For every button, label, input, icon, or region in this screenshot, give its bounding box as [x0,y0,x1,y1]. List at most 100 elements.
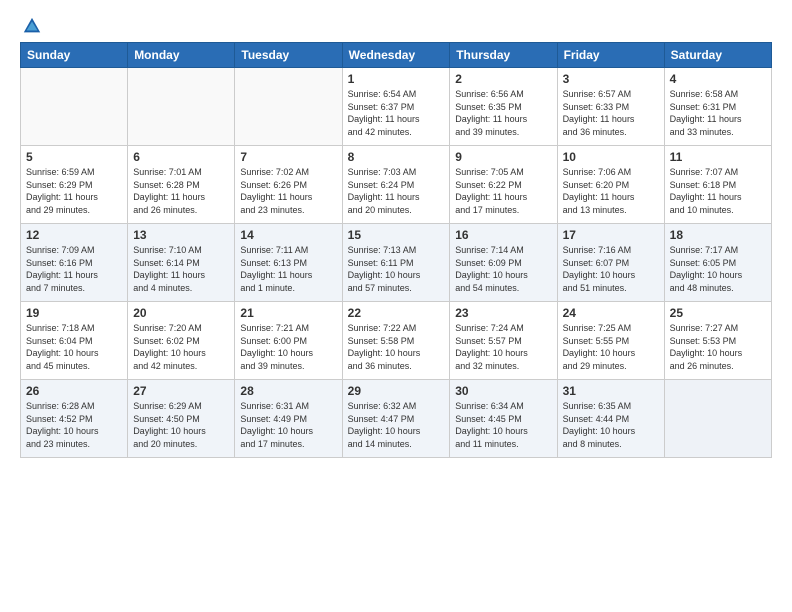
day-number: 23 [455,306,551,320]
calendar-week-row: 5Sunrise: 6:59 AM Sunset: 6:29 PM Daylig… [21,146,772,224]
calendar-cell: 4 Sunrise: 6:58 AM Sunset: 6:31 PM Daylig… [664,68,771,146]
day-info: Sunrise: 7:18 AM Sunset: 6:04 PM Dayligh… [26,322,122,372]
calendar-cell: 22 Sunrise: 7:22 AM Sunset: 5:58 PM Dayli… [342,302,450,380]
day-number: 24 [563,306,659,320]
calendar-cell: 11Sunrise: 7:07 AM Sunset: 6:18 PM Dayli… [664,146,771,224]
day-number: 30 [455,384,551,398]
day-info: Sunrise: 7:24 AM Sunset: 5:57 PM Dayligh… [455,322,551,372]
day-info: Sunrise: 7:25 AM Sunset: 5:55 PM Dayligh… [563,322,659,372]
calendar-cell: 21Sunrise: 7:21 AM Sunset: 6:00 PM Dayli… [235,302,342,380]
day-info: Sunrise: 7:06 AM Sunset: 6:20 PM Dayligh… [563,166,659,216]
day-info: Sunrise: 6:35 AM Sunset: 4:44 PM Dayligh… [563,400,659,450]
day-number: 14 [240,228,336,242]
day-number: 15 [348,228,445,242]
day-info: Sunrise: 6:57 AM Sunset: 6:33 PM Dayligh… [563,88,659,138]
day-info: Sunrise: 7:02 AM Sunset: 6:26 PM Dayligh… [240,166,336,216]
calendar-cell: 3Sunrise: 6:57 AM Sunset: 6:33 PM Daylig… [557,68,664,146]
day-info: Sunrise: 7:22 AM Sunset: 5:58 PM Dayligh… [348,322,445,372]
page: SundayMondayTuesdayWednesdayThursdayFrid… [0,0,792,612]
calendar-cell: 12 Sunrise: 7:09 AM Sunset: 6:16 PM Dayli… [21,224,128,302]
day-number: 6 [133,150,229,164]
calendar-cell: 26 Sunrise: 6:28 AM Sunset: 4:52 PM Dayli… [21,380,128,458]
calendar-cell: 28 Sunrise: 6:31 AM Sunset: 4:49 PM Dayli… [235,380,342,458]
day-number: 27 [133,384,229,398]
calendar-cell: 18Sunrise: 7:17 AM Sunset: 6:05 PM Dayli… [664,224,771,302]
day-number: 1 [348,72,445,86]
day-info: Sunrise: 6:59 AM Sunset: 6:29 PM Dayligh… [26,166,122,216]
day-info: Sunrise: 7:11 AM Sunset: 6:13 PM Dayligh… [240,244,336,294]
day-header-wednesday: Wednesday [342,43,450,68]
day-number: 28 [240,384,336,398]
day-number: 26 [26,384,122,398]
calendar-cell: 1 Sunrise: 6:54 AM Sunset: 6:37 PM Daylig… [342,68,450,146]
logo [20,16,42,32]
day-info: Sunrise: 7:07 AM Sunset: 6:18 PM Dayligh… [670,166,766,216]
day-info: Sunrise: 7:09 AM Sunset: 6:16 PM Dayligh… [26,244,122,294]
day-info: Sunrise: 7:05 AM Sunset: 6:22 PM Dayligh… [455,166,551,216]
calendar-cell: 23 Sunrise: 7:24 AM Sunset: 5:57 PM Dayli… [450,302,557,380]
calendar-cell: 15 Sunrise: 7:13 AM Sunset: 6:11 PM Dayli… [342,224,450,302]
calendar-cell: 13Sunrise: 7:10 AM Sunset: 6:14 PM Dayli… [128,224,235,302]
calendar-cell: 20Sunrise: 7:20 AM Sunset: 6:02 PM Dayli… [128,302,235,380]
logo-icon [22,16,42,36]
calendar-cell: 17Sunrise: 7:16 AM Sunset: 6:07 PM Dayli… [557,224,664,302]
day-number: 2 [455,72,551,86]
day-info: Sunrise: 7:27 AM Sunset: 5:53 PM Dayligh… [670,322,766,372]
calendar-cell: 14 Sunrise: 7:11 AM Sunset: 6:13 PM Dayli… [235,224,342,302]
day-info: Sunrise: 7:13 AM Sunset: 6:11 PM Dayligh… [348,244,445,294]
day-number: 29 [348,384,445,398]
day-info: Sunrise: 7:03 AM Sunset: 6:24 PM Dayligh… [348,166,445,216]
day-number: 10 [563,150,659,164]
calendar-week-row: 19 Sunrise: 7:18 AM Sunset: 6:04 PM Dayli… [21,302,772,380]
day-header-thursday: Thursday [450,43,557,68]
day-number: 8 [348,150,445,164]
day-number: 25 [670,306,766,320]
day-header-monday: Monday [128,43,235,68]
calendar-week-row: 12 Sunrise: 7:09 AM Sunset: 6:16 PM Dayli… [21,224,772,302]
day-info: Sunrise: 7:01 AM Sunset: 6:28 PM Dayligh… [133,166,229,216]
calendar: SundayMondayTuesdayWednesdayThursdayFrid… [20,42,772,458]
calendar-cell: 24 Sunrise: 7:25 AM Sunset: 5:55 PM Dayli… [557,302,664,380]
day-info: Sunrise: 6:58 AM Sunset: 6:31 PM Dayligh… [670,88,766,138]
day-number: 21 [240,306,336,320]
calendar-cell: 19 Sunrise: 7:18 AM Sunset: 6:04 PM Dayli… [21,302,128,380]
day-number: 31 [563,384,659,398]
day-info: Sunrise: 7:14 AM Sunset: 6:09 PM Dayligh… [455,244,551,294]
header [20,16,772,32]
calendar-cell: 25 Sunrise: 7:27 AM Sunset: 5:53 PM Dayli… [664,302,771,380]
calendar-cell [664,380,771,458]
day-number: 9 [455,150,551,164]
day-info: Sunrise: 6:34 AM Sunset: 4:45 PM Dayligh… [455,400,551,450]
day-info: Sunrise: 6:29 AM Sunset: 4:50 PM Dayligh… [133,400,229,450]
calendar-cell: 5Sunrise: 6:59 AM Sunset: 6:29 PM Daylig… [21,146,128,224]
day-info: Sunrise: 7:17 AM Sunset: 6:05 PM Dayligh… [670,244,766,294]
day-number: 7 [240,150,336,164]
day-number: 20 [133,306,229,320]
day-number: 4 [670,72,766,86]
day-number: 19 [26,306,122,320]
calendar-cell: 16 Sunrise: 7:14 AM Sunset: 6:09 PM Dayli… [450,224,557,302]
calendar-cell [235,68,342,146]
day-header-tuesday: Tuesday [235,43,342,68]
calendar-cell [21,68,128,146]
day-header-sunday: Sunday [21,43,128,68]
calendar-week-row: 26 Sunrise: 6:28 AM Sunset: 4:52 PM Dayli… [21,380,772,458]
day-info: Sunrise: 6:28 AM Sunset: 4:52 PM Dayligh… [26,400,122,450]
calendar-cell: 30 Sunrise: 6:34 AM Sunset: 4:45 PM Dayli… [450,380,557,458]
calendar-cell: 8 Sunrise: 7:03 AM Sunset: 6:24 PM Daylig… [342,146,450,224]
day-number: 12 [26,228,122,242]
calendar-cell: 31 Sunrise: 6:35 AM Sunset: 4:44 PM Dayli… [557,380,664,458]
day-header-friday: Friday [557,43,664,68]
day-info: Sunrise: 6:32 AM Sunset: 4:47 PM Dayligh… [348,400,445,450]
day-info: Sunrise: 6:31 AM Sunset: 4:49 PM Dayligh… [240,400,336,450]
day-number: 16 [455,228,551,242]
calendar-week-row: 1 Sunrise: 6:54 AM Sunset: 6:37 PM Daylig… [21,68,772,146]
day-number: 17 [563,228,659,242]
calendar-header-row: SundayMondayTuesdayWednesdayThursdayFrid… [21,43,772,68]
day-number: 22 [348,306,445,320]
calendar-cell: 9 Sunrise: 7:05 AM Sunset: 6:22 PM Daylig… [450,146,557,224]
day-info: Sunrise: 7:10 AM Sunset: 6:14 PM Dayligh… [133,244,229,294]
day-info: Sunrise: 6:54 AM Sunset: 6:37 PM Dayligh… [348,88,445,138]
day-header-saturday: Saturday [664,43,771,68]
calendar-cell: 6 Sunrise: 7:01 AM Sunset: 6:28 PM Daylig… [128,146,235,224]
